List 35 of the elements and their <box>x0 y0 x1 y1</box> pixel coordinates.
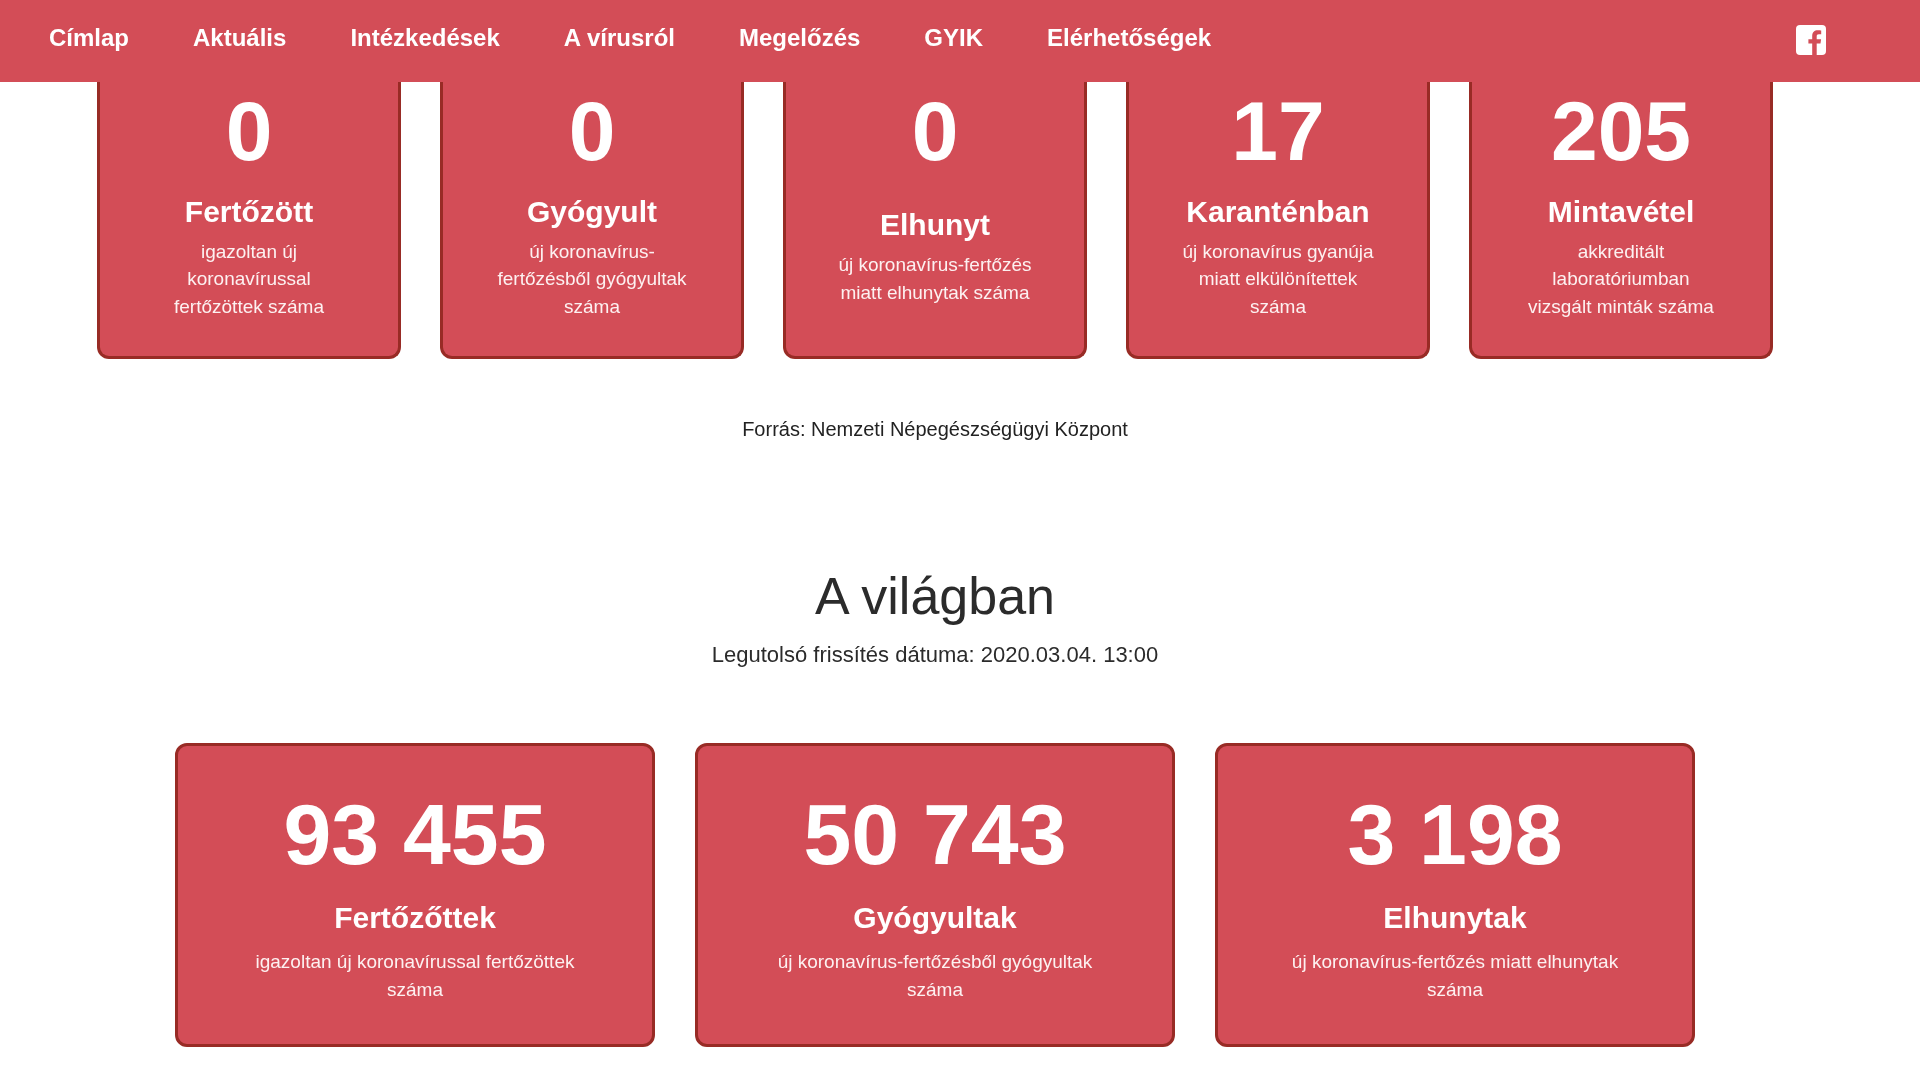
stat-description: új koronavírus gyanúja miatt elkülönítettek száma <box>1181 239 1375 319</box>
stat-description: igazoltan új koronavírussal fertőzöttek száma <box>173 239 325 319</box>
stat-description: új koronavírus-fertőzésből gyógyultak száma <box>496 239 688 319</box>
update-date-text: Legutolsó frissítés dátuma: 2020.03.04. 13:00 <box>711 641 1159 670</box>
stat-description: igazoltan új koronavírussal fertőzöttek száma <box>254 950 576 1002</box>
stat-value: 0 <box>911 89 959 173</box>
section-heading: A világban <box>815 566 1055 627</box>
stat-description: új koronavírus-fertőzésből gyógyultak száma <box>776 950 1094 1002</box>
stat-title: Elhunyt <box>880 207 990 244</box>
stat-value: 0 <box>568 89 616 173</box>
stat-value: 0 <box>225 89 273 173</box>
stat-value: 205 <box>1550 89 1692 173</box>
stat-title: Fertőzött <box>184 193 314 230</box>
nav-link[interactable]: Címlap <box>49 23 129 53</box>
stat-value: 3 198 <box>1347 791 1563 877</box>
stat-title: Mintavétel <box>1547 193 1695 230</box>
stat-title: Gyógyult <box>527 193 657 230</box>
stat-value: 50 743 <box>803 791 1067 877</box>
stat-description: új koronavírus-fertőzés miatt elhunytak száma <box>1290 950 1620 1002</box>
source-text: Forrás: Nemzeti Népegészségügyi Központ <box>742 417 1128 441</box>
stat-title: Elhunytak <box>1383 900 1527 937</box>
stat-value: 17 <box>1231 89 1325 173</box>
nav-link[interactable]: Intézkedések <box>350 23 500 53</box>
nav-link[interactable]: Aktuális <box>193 23 287 53</box>
stat-description: új koronavírus-fertőzés miatt elhunytak száma <box>837 253 1033 305</box>
letter-f-icon[interactable] <box>1796 24 1826 55</box>
stat-description: akkreditált laboratóriumban vizsgált minták száma <box>1527 239 1715 319</box>
stat-title: Fertőzőttek <box>334 900 496 937</box>
stat-title: Gyógyultak <box>853 900 1017 937</box>
nav-link[interactable]: Megelőzés <box>738 23 861 53</box>
nav-link[interactable]: A vírusról <box>563 23 675 53</box>
nav-link[interactable]: Elérhetőségek <box>1047 23 1212 53</box>
stat-value: 93 455 <box>283 791 547 877</box>
stat-title: Karanténban <box>1186 193 1370 230</box>
nav-link[interactable]: GYIK <box>924 23 983 53</box>
